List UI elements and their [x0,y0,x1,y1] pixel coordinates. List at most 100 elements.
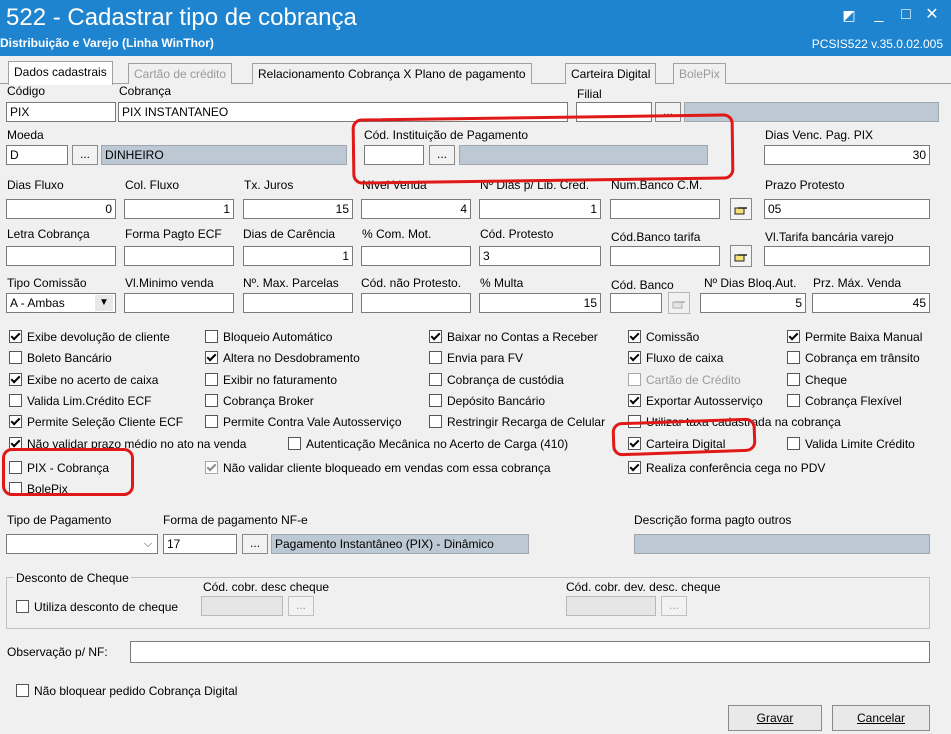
moeda-lookup-button[interactable]: ... [72,145,98,165]
tab-carteira-digital[interactable]: Carteira Digital [565,63,657,84]
nivel-venda-input[interactable]: 4 [361,199,471,219]
checkbox-box[interactable] [429,373,442,386]
exibe-acerto-caixa-checkbox[interactable]: Exibe no acerto de caixa [9,372,158,388]
comissao-checkbox[interactable]: Comissão [628,329,699,345]
chevron-down-icon[interactable]: ⌵ [140,536,156,552]
checkbox-box[interactable] [628,351,641,364]
checkbox-box[interactable] [628,461,641,474]
cobranca-input[interactable]: PIX INSTANTANEO [118,102,568,122]
com-mot-input[interactable] [361,246,471,266]
checkbox-box[interactable] [288,437,301,450]
cobranca-broker-checkbox[interactable]: Cobrança Broker [205,393,314,409]
altera-desdobramento-checkbox[interactable]: Altera no Desdobramento [205,350,360,366]
dias-venc-pix-input[interactable]: 30 [764,145,930,165]
forma-pagamento-lookup-button[interactable]: ... [242,534,268,554]
baixar-contas-checkbox[interactable]: Baixar no Contas a Receber [429,329,598,345]
pointer-hand-icon[interactable] [668,292,690,314]
pointer-hand-icon[interactable] [730,245,752,267]
bloqueio-automatico-checkbox[interactable]: Bloqueio Automático [205,329,332,345]
tipo-pagamento-select[interactable] [6,534,158,554]
checkbox-box[interactable] [628,373,641,386]
tab-dados-cadastrais[interactable]: Dados cadastrais [8,61,113,85]
nao-bloquear-checkbox[interactable]: Não bloquear pedido Cobrança Digital [16,683,237,699]
checkbox-box[interactable] [787,437,800,450]
forma-pagamento-input[interactable]: 17 [163,534,237,554]
exportar-autosservico-checkbox[interactable]: Exportar Autosserviço [628,393,763,409]
permite-baixa-manual-checkbox[interactable]: Permite Baixa Manual [787,329,922,345]
checkbox-box[interactable] [628,330,641,343]
checkbox-box[interactable] [9,351,22,364]
cobranca-transito-checkbox[interactable]: Cobrança em trânsito [787,350,920,366]
cod-dev-cheque-lookup-button[interactable]: ... [661,596,687,616]
cod-desc-cheque-input[interactable] [201,596,283,616]
cod-instituicao-input[interactable] [364,145,424,165]
checkbox-box[interactable] [205,351,218,364]
envia-fv-checkbox[interactable]: Envia para FV [429,350,523,366]
tx-juros-input[interactable]: 15 [243,199,353,219]
vl-minimo-input[interactable] [124,293,234,313]
checkbox-box[interactable] [9,437,22,450]
checkbox-box[interactable] [9,330,22,343]
deposito-bancario-checkbox[interactable]: Depósito Bancário [429,393,545,409]
vl-tarifa-input[interactable] [764,246,930,266]
cobranca-custodia-checkbox[interactable]: Cobrança de custódia [429,372,564,388]
checkbox-box[interactable] [9,394,22,407]
minimize-button[interactable]: _ [870,6,888,24]
checkbox-box[interactable] [205,415,218,428]
dias-bloq-aut-input[interactable]: 5 [700,293,806,313]
save-button[interactable]: Gravar [728,705,822,731]
carteira-digital-checkbox[interactable]: Carteira Digital [628,436,725,452]
letra-cobranca-input[interactable] [6,246,116,266]
cod-banco-input[interactable] [610,293,662,313]
checkbox-box[interactable] [429,394,442,407]
forma-pagto-ecf-input[interactable] [124,246,234,266]
tab-relacionamento[interactable]: Relacionamento Cobrança X Plano de pagam… [252,63,532,84]
checkbox-box[interactable] [9,482,22,495]
pointer-hand-icon[interactable] [730,198,752,220]
filial-input[interactable] [576,102,652,122]
nao-validar-prazo-checkbox[interactable]: Não validar prazo médio no ato na venda [9,436,246,452]
checkbox-box[interactable] [16,684,29,697]
utilizar-taxa-checkbox[interactable]: Utilizar taxa cadastrada na cobrança [628,414,841,430]
max-parcelas-input[interactable] [243,293,353,313]
prazo-protesto-input[interactable]: 05 [764,199,930,219]
cod-instituicao-lookup-button[interactable]: ... [429,145,455,165]
cod-banco-tarifa-input[interactable] [610,246,720,266]
exibe-devolucao-checkbox[interactable]: Exibe devolução de cliente [9,329,170,345]
valida-limite-credito-checkbox[interactable]: Valida Limite Crédito [787,436,915,452]
checkbox-box[interactable] [628,415,641,428]
checkbox-box[interactable] [205,330,218,343]
close-button[interactable]: ✕ [923,6,941,24]
fluxo-caixa-checkbox[interactable]: Fluxo de caixa [628,350,723,366]
col-fluxo-input[interactable]: 1 [124,199,234,219]
pix-cobranca-checkbox[interactable]: PIX - Cobrança [9,460,109,476]
chevron-down-icon[interactable]: ▼ [95,295,113,311]
checkbox-box[interactable] [787,394,800,407]
maximize-button[interactable]: □ [897,6,915,24]
cheque-checkbox[interactable]: Cheque [787,372,847,388]
checkbox-box[interactable] [205,394,218,407]
exibir-faturamento-checkbox[interactable]: Exibir no faturamento [205,372,337,388]
utiliza-desconto-cheque-checkbox[interactable]: Utiliza desconto de cheque [16,599,178,615]
cod-desc-cheque-lookup-button[interactable]: ... [288,596,314,616]
dias-fluxo-input[interactable]: 0 [6,199,116,219]
checkbox-box[interactable] [205,461,218,474]
tab-cartao-credito[interactable]: Cartão de crédito [128,63,233,84]
realiza-conferencia-cega-checkbox[interactable]: Realiza conferência cega no PDV [628,460,825,476]
cod-dev-cheque-input[interactable] [566,596,656,616]
autenticacao-mecanica-checkbox[interactable]: Autenticação Mecânica no Acerto de Carga… [288,436,568,452]
multa-input[interactable]: 15 [479,293,601,313]
cod-nao-protesto-input[interactable] [361,293,471,313]
cobranca-flexivel-checkbox[interactable]: Cobrança Flexível [787,393,902,409]
restore-icon[interactable]: ◩ [840,6,858,24]
checkbox-box[interactable] [16,600,29,613]
dias-carencia-input[interactable]: 1 [243,246,353,266]
permite-selecao-cliente-checkbox[interactable]: Permite Seleção Cliente ECF [9,414,183,430]
permite-contra-vale-checkbox[interactable]: Permite Contra Vale Autosserviço [205,414,402,430]
checkbox-box[interactable] [9,461,22,474]
checkbox-box[interactable] [787,373,800,386]
restringir-recarga-checkbox[interactable]: Restringir Recarga de Celular [429,414,605,430]
checkbox-box[interactable] [9,415,22,428]
checkbox-box[interactable] [429,415,442,428]
checkbox-box[interactable] [787,351,800,364]
